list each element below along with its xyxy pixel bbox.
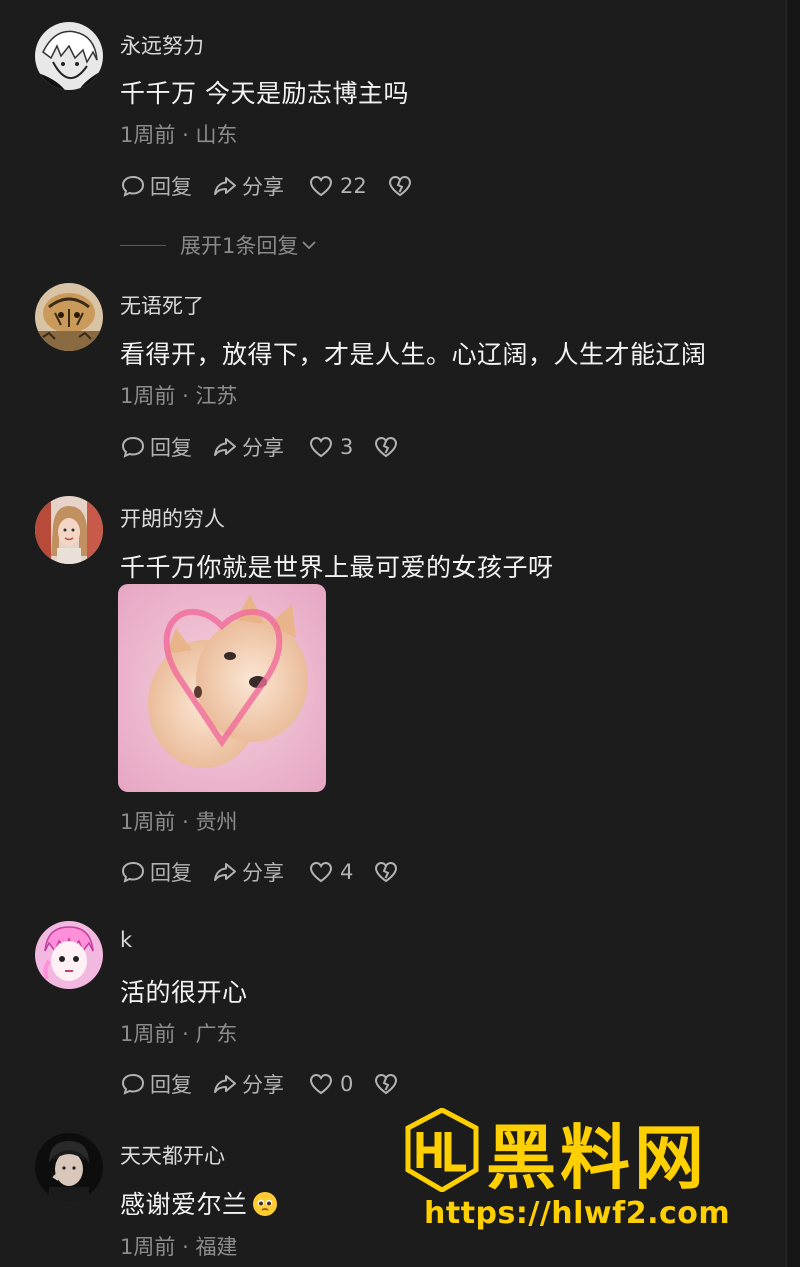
like-count: 3 (340, 435, 354, 459)
username[interactable]: 开朗的穷人 (120, 503, 225, 533)
comment-meta: 1周前 · 山东 (120, 119, 237, 149)
reply-label: 回复 (150, 436, 192, 460)
broken-heart-icon (375, 1073, 398, 1095)
share-button[interactable]: 分享 (212, 857, 284, 887)
watermark: 黑料网 https://hlwf2.com (404, 1108, 784, 1258)
expand-replies-button[interactable]: 展开1条回复 (120, 230, 318, 260)
meta-separator: · (182, 1235, 189, 1259)
username[interactable]: 永远努力 (120, 30, 204, 60)
meta-separator: · (182, 1022, 189, 1046)
comment-text: 千千万你就是世界上最可爱的女孩子呀 (120, 553, 554, 582)
dislike-button[interactable] (373, 434, 403, 460)
share-label: 分享 (242, 175, 284, 199)
dislike-button[interactable] (373, 859, 403, 885)
heart-outline-icon (309, 436, 333, 458)
broken-heart-icon (388, 175, 411, 197)
like-count: 0 (340, 1072, 354, 1096)
comment-time: 1周前 (120, 384, 176, 408)
dislike-button[interactable] (387, 173, 417, 199)
comment-meta: 1周前 · 贵州 (120, 806, 237, 836)
comment-text: 感谢爱尔兰 (120, 1185, 278, 1221)
avatar[interactable] (35, 496, 103, 564)
broken-heart-icon (375, 436, 398, 458)
comment-actions: 回复 分享 0 (120, 1069, 403, 1099)
comment-meta: 1周前 · 福建 (120, 1231, 237, 1261)
comment-bubble-icon (121, 1073, 145, 1095)
comment-text: 千千万 今天是励志博主吗 (120, 79, 409, 108)
hl-logo-icon (405, 1108, 479, 1192)
meta-separator: · (182, 123, 189, 147)
broken-heart-icon (375, 861, 398, 883)
comment-actions: 回复 分享 22 (120, 171, 417, 201)
expand-label: 展开1条回复 (180, 234, 299, 258)
reply-label: 回复 (150, 861, 192, 885)
share-arrow-icon (214, 863, 236, 881)
username[interactable]: k (120, 928, 132, 952)
like-button[interactable]: 4 (308, 859, 353, 885)
share-label: 分享 (242, 436, 284, 460)
heart-outline-icon (309, 175, 333, 197)
comment-time: 1周前 (120, 810, 176, 834)
like-button[interactable]: 3 (308, 434, 353, 460)
chevron-down-icon (302, 241, 317, 250)
dislike-button[interactable] (373, 1071, 403, 1097)
like-button[interactable]: 0 (308, 1071, 353, 1097)
reply-label: 回复 (150, 1073, 192, 1097)
username[interactable]: 天天都开心 (120, 1140, 225, 1170)
avatar[interactable] (35, 22, 103, 90)
like-button[interactable]: 22 (308, 173, 367, 199)
comment-location: 江苏 (195, 384, 238, 408)
comment-location: 广东 (195, 1022, 238, 1046)
share-button[interactable]: 分享 (212, 432, 284, 462)
emoji-pleading-icon (252, 1192, 277, 1216)
avatar[interactable] (35, 283, 103, 351)
watermark-url: https://hlwf2.com (424, 1196, 731, 1231)
comment-meta: 1周前 · 广东 (120, 1018, 237, 1048)
share-arrow-icon (214, 438, 236, 456)
share-label: 分享 (242, 1073, 284, 1097)
comment-location: 山东 (195, 123, 238, 147)
meta-separator: · (182, 810, 189, 834)
meta-separator: · (182, 384, 189, 408)
reply-button[interactable]: 回复 (120, 1069, 192, 1099)
reply-button[interactable]: 回复 (120, 432, 192, 462)
comment-bubble-icon (121, 436, 145, 458)
comment-text-content: 感谢爱尔兰 (120, 1190, 248, 1219)
share-label: 分享 (242, 861, 284, 885)
comment-text: 看得开，放得下，才是人生。心辽阔，人生才能辽阔 (120, 340, 707, 369)
comment-time: 1周前 (120, 1022, 176, 1046)
reply-button[interactable]: 回复 (120, 857, 192, 887)
share-button[interactable]: 分享 (212, 171, 284, 201)
comment-image[interactable] (118, 584, 326, 792)
comment-bubble-icon (121, 175, 145, 197)
like-count: 22 (340, 174, 367, 198)
comment-location: 贵州 (195, 810, 238, 834)
comment-time: 1周前 (120, 1235, 176, 1259)
share-button[interactable]: 分享 (212, 1069, 284, 1099)
comment-bubble-icon (121, 861, 145, 883)
comment-list: 永远努力 千千万 今天是励志博主吗 1周前 · 山东 回复 分享 22 展开1条… (0, 0, 787, 1267)
avatar[interactable] (35, 921, 103, 989)
reply-label: 回复 (150, 175, 192, 199)
comment-time: 1周前 (120, 123, 176, 147)
reply-button[interactable]: 回复 (120, 171, 192, 201)
share-arrow-icon (214, 177, 236, 195)
heart-outline-icon (309, 861, 333, 883)
share-arrow-icon (214, 1075, 236, 1093)
avatar[interactable] (35, 1133, 103, 1201)
heart-outline-icon (309, 1073, 333, 1095)
comment-actions: 回复 分享 3 (120, 432, 403, 462)
comment-meta: 1周前 · 江苏 (120, 380, 237, 410)
username[interactable]: 无语死了 (120, 290, 204, 320)
watermark-title: 黑料网 (486, 1117, 708, 1199)
comment-actions: 回复 分享 4 (120, 857, 403, 887)
comment-location: 福建 (195, 1235, 238, 1259)
divider (120, 244, 166, 246)
like-count: 4 (340, 860, 354, 884)
comment-text: 活的很开心 (120, 978, 248, 1007)
